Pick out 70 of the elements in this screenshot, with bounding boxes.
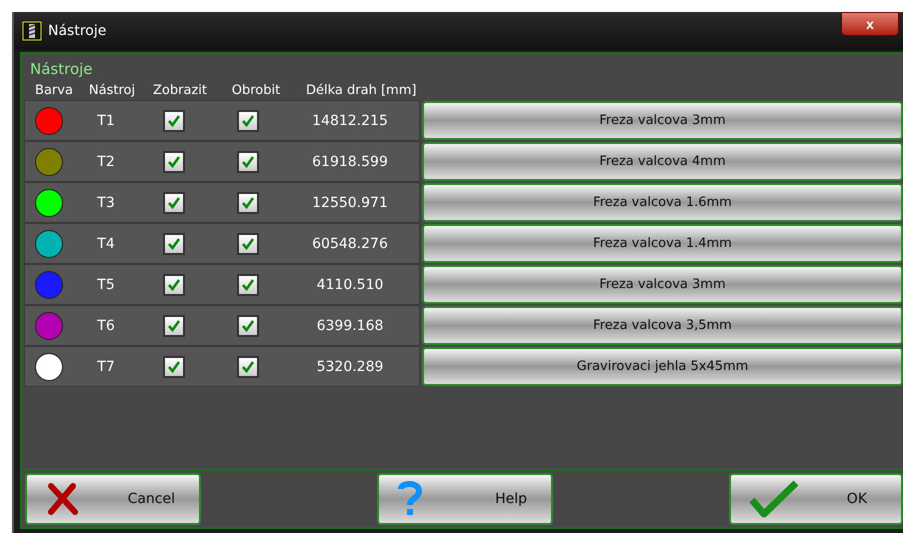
tool-number: T5 xyxy=(96,276,116,292)
column-header: Obrobit xyxy=(230,82,282,98)
tool-button[interactable]: Freza valcova 1.4mm xyxy=(422,224,903,263)
column-header: Nástroj xyxy=(88,82,136,98)
checkmark-icon xyxy=(241,278,255,292)
group-title: Nástroje xyxy=(29,59,94,80)
show-checkbox[interactable] xyxy=(163,314,185,336)
tool-button[interactable]: Freza valcova 4mm xyxy=(422,142,903,181)
path-length: 6399.168 xyxy=(316,318,384,334)
path-length: 61918.599 xyxy=(311,154,389,170)
cancel-button[interactable]: Cancel xyxy=(25,473,201,525)
checkmark-icon xyxy=(167,318,181,332)
checkmark-icon xyxy=(167,196,181,210)
show-checkbox[interactable] xyxy=(163,150,185,172)
show-checkbox[interactable] xyxy=(163,110,185,132)
tool-number: T7 xyxy=(96,358,116,374)
tool-button[interactable]: Freza valcova 3,5mm xyxy=(422,306,903,345)
machine-checkbox[interactable] xyxy=(237,356,259,378)
machine-checkbox[interactable] xyxy=(237,314,259,336)
path-length: 5320.289 xyxy=(316,358,384,374)
column-header: Barva xyxy=(34,82,74,98)
app-icon xyxy=(22,21,42,41)
checkmark-icon xyxy=(167,236,181,250)
machine-checkbox[interactable] xyxy=(237,150,259,172)
color-dot[interactable] xyxy=(35,352,63,380)
checkmark-icon xyxy=(241,360,255,374)
path-length: 12550.971 xyxy=(311,194,389,210)
tool-button[interactable]: Freza valcova 1.6mm xyxy=(422,183,903,222)
path-length: 4110.510 xyxy=(316,276,384,292)
checkmark-icon xyxy=(167,278,181,292)
tool-number: T6 xyxy=(96,318,116,334)
tool-button[interactable]: Gravirovaci jehla 5x45mm xyxy=(422,347,903,386)
color-dot[interactable] xyxy=(35,188,63,216)
ok-button[interactable]: OK xyxy=(729,473,903,525)
show-checkbox[interactable] xyxy=(163,232,185,254)
color-dot[interactable] xyxy=(35,106,63,134)
checkmark-icon xyxy=(167,154,181,168)
tool-button[interactable]: Freza valcova 3mm xyxy=(422,265,903,304)
machine-checkbox[interactable] xyxy=(237,274,259,296)
checkmark-icon xyxy=(241,154,255,168)
tool-number: T1 xyxy=(96,112,116,128)
checkmark-icon xyxy=(241,196,255,210)
checkmark-icon xyxy=(167,114,181,128)
tool-number: T4 xyxy=(96,236,116,252)
show-checkbox[interactable] xyxy=(163,192,185,214)
tool-number: T3 xyxy=(96,194,116,210)
color-dot[interactable] xyxy=(35,230,63,258)
help-button[interactable]: Help xyxy=(377,473,553,525)
machine-checkbox[interactable] xyxy=(237,110,259,132)
color-dot[interactable] xyxy=(35,312,63,340)
machine-checkbox[interactable] xyxy=(237,192,259,214)
checkmark-icon xyxy=(241,318,255,332)
window-title: Nástroje xyxy=(48,23,106,39)
tool-button[interactable]: Freza valcova 3mm xyxy=(422,101,903,140)
color-dot[interactable] xyxy=(35,148,63,176)
machine-checkbox[interactable] xyxy=(237,232,259,254)
checkmark-icon xyxy=(241,114,255,128)
column-header: Zobrazit xyxy=(152,82,208,98)
checkmark-icon xyxy=(749,480,799,518)
path-length: 14812.215 xyxy=(311,112,389,128)
column-header: Délka drah [mm] xyxy=(305,82,416,98)
show-checkbox[interactable] xyxy=(163,356,185,378)
path-length: 60548.276 xyxy=(311,236,389,252)
close-button[interactable]: x xyxy=(841,12,899,36)
close-icon xyxy=(45,482,79,516)
checkmark-icon xyxy=(241,236,255,250)
color-dot[interactable] xyxy=(35,270,63,298)
show-checkbox[interactable] xyxy=(163,274,185,296)
tool-number: T2 xyxy=(96,154,116,170)
checkmark-icon xyxy=(167,360,181,374)
